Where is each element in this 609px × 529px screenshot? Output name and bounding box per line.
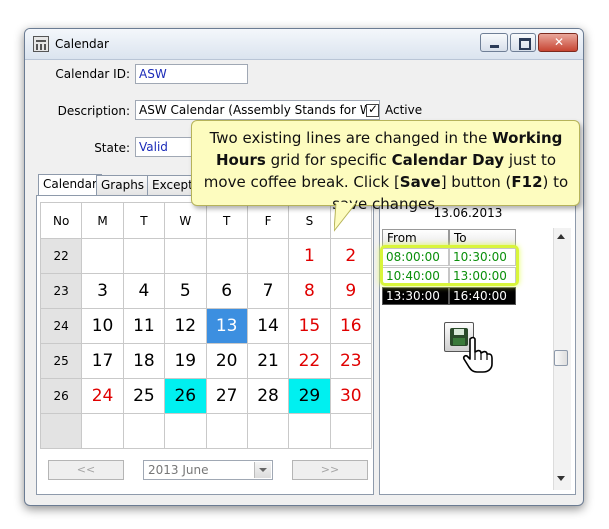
callout-text-part: grid for specific bbox=[265, 151, 392, 169]
calendar-day-cell[interactable]: 4 bbox=[122, 273, 166, 309]
week-number: 22 bbox=[39, 238, 83, 274]
minimize-button[interactable] bbox=[480, 33, 508, 52]
calendar-week-row bbox=[39, 413, 373, 449]
calendar-day-cell[interactable]: 25 bbox=[122, 378, 166, 414]
wh-row-3-to[interactable]: 16:40:00 bbox=[449, 287, 516, 305]
week-number: 23 bbox=[39, 273, 83, 309]
month-select[interactable]: 2013 June bbox=[143, 460, 273, 480]
window-title: Calendar bbox=[55, 37, 109, 51]
calendar-week-row: 25 17 18 19 20 21 22 23 bbox=[39, 343, 373, 379]
calendar-empty-cell bbox=[164, 238, 207, 274]
calendar-day-cell[interactable]: 14 bbox=[246, 308, 290, 344]
title-bar[interactable]: Calendar bbox=[25, 29, 583, 60]
calendar-day-cell[interactable]: 7 bbox=[246, 273, 290, 309]
calendar-day-cell[interactable]: 29 bbox=[288, 378, 331, 414]
callout-bold-f12: F12 bbox=[511, 173, 543, 191]
calendar-day-cell[interactable]: 30 bbox=[329, 378, 373, 414]
week-number: 25 bbox=[39, 343, 83, 379]
calendar-empty-cell bbox=[205, 413, 248, 449]
calendar-day-cell[interactable]: 26 bbox=[164, 378, 207, 414]
calendar-day-cell[interactable]: 3 bbox=[81, 273, 124, 309]
wh-row-3-from[interactable]: 13:30:00 bbox=[382, 287, 449, 305]
scroll-thumb[interactable] bbox=[554, 350, 568, 366]
calendar-day-cell[interactable]: 5 bbox=[164, 273, 207, 309]
prev-month-button[interactable]: << bbox=[48, 460, 124, 480]
calendar-day-cell[interactable]: 27 bbox=[205, 378, 248, 414]
calendar-day-cell[interactable]: 28 bbox=[246, 378, 290, 414]
calendar-day-cell[interactable]: 20 bbox=[205, 343, 248, 379]
scroll-up-icon[interactable] bbox=[557, 234, 565, 239]
week-number: 26 bbox=[39, 378, 83, 414]
calendar-empty-cell bbox=[288, 413, 331, 449]
calendar-week-row: 26 24 25 26 27 28 29 30 bbox=[39, 378, 373, 414]
callout-tail bbox=[334, 203, 357, 232]
calendar-grid: No M T W T F S 22 1 2 23 3 4 5 6 7 8 9 24 10 11 12 13 14 15 16 25… bbox=[39, 202, 373, 449]
callout-bold-save: Save bbox=[399, 173, 441, 191]
calendar-day-cell[interactable]: 15 bbox=[288, 308, 331, 344]
calendar-empty-cell bbox=[81, 238, 124, 274]
calendar-day-cell[interactable]: 8 bbox=[288, 273, 331, 309]
close-button[interactable] bbox=[538, 33, 579, 52]
calendar-day-cell[interactable]: 10 bbox=[81, 308, 124, 344]
changed-rows-highlight bbox=[380, 245, 519, 286]
tab-calendar[interactable]: Calendar bbox=[38, 174, 102, 196]
calendar-day-cell[interactable]: 6 bbox=[205, 273, 248, 309]
callout-bold-calendar-day: Calendar Day bbox=[391, 151, 505, 169]
calendar-day-cell[interactable]: 19 bbox=[164, 343, 207, 379]
calendar-empty-cell bbox=[164, 413, 207, 449]
calendar-week-row: 22 1 2 bbox=[39, 238, 373, 274]
calendar-day-cell[interactable]: 17 bbox=[81, 343, 124, 379]
callout-text-part: ] button ( bbox=[440, 173, 512, 191]
calendar-empty-cell bbox=[122, 238, 166, 274]
calendar-empty-cell bbox=[39, 413, 83, 449]
week-number: 24 bbox=[39, 308, 83, 344]
maximize-button[interactable] bbox=[510, 33, 536, 52]
calendar-day-cell[interactable]: 2 bbox=[329, 238, 373, 274]
calendar-day-cell[interactable]: 11 bbox=[122, 308, 166, 344]
chevron-down-icon[interactable] bbox=[254, 462, 271, 478]
state-label: State: bbox=[94, 141, 130, 155]
calendar-app-icon bbox=[33, 36, 49, 52]
callout-text-part: Two existing lines are changed in the bbox=[209, 129, 493, 147]
calendar-day-cell[interactable]: 22 bbox=[288, 343, 331, 379]
calendar-day-cell[interactable]: 1 bbox=[288, 238, 331, 274]
active-checkbox[interactable] bbox=[366, 102, 379, 117]
calendar-week-row: 23 3 4 5 6 7 8 9 bbox=[39, 273, 373, 309]
description-input[interactable]: ASW Calendar (Assembly Stands for Wheels… bbox=[135, 100, 380, 120]
calendar-col-header: T bbox=[122, 202, 166, 239]
calendar-day-cell[interactable]: 12 bbox=[164, 308, 207, 344]
calendar-empty-cell bbox=[246, 238, 290, 274]
calendar-col-header: No bbox=[39, 202, 83, 239]
next-month-button[interactable]: >> bbox=[292, 460, 368, 480]
hand-pointer-icon bbox=[462, 336, 493, 373]
calendar-empty-cell bbox=[81, 413, 124, 449]
calendar-day-cell[interactable]: 24 bbox=[81, 378, 124, 414]
scroll-down-icon[interactable] bbox=[557, 476, 565, 481]
calendar-day-cell[interactable]: 23 bbox=[329, 343, 373, 379]
tab-graphs[interactable]: Graphs bbox=[96, 175, 150, 195]
calendar-id-label: Calendar ID: bbox=[55, 67, 130, 81]
calendar-day-cell[interactable]: 13 bbox=[205, 308, 248, 344]
callout-text: Two existing lines are changed in the Wo… bbox=[200, 127, 572, 215]
calendar-day-cell[interactable]: 16 bbox=[329, 308, 373, 344]
calendar-empty-cell bbox=[329, 413, 373, 449]
calendar-week-row: 24 10 11 12 13 14 15 16 bbox=[39, 308, 373, 344]
calendar-col-header: M bbox=[81, 202, 124, 239]
calendar-day-cell[interactable]: 18 bbox=[122, 343, 166, 379]
calendar-day-cell[interactable]: 9 bbox=[329, 273, 373, 309]
calendar-id-input[interactable]: ASW bbox=[135, 64, 248, 84]
active-label: Active bbox=[385, 103, 423, 117]
calendar-day-cell[interactable]: 21 bbox=[246, 343, 290, 379]
calendar-empty-cell bbox=[205, 238, 248, 274]
description-label: Description: bbox=[57, 104, 130, 118]
calendar-empty-cell bbox=[246, 413, 290, 449]
instruction-callout: Two existing lines are changed in the Wo… bbox=[191, 120, 580, 213]
calendar-empty-cell bbox=[122, 413, 166, 449]
month-select-value: 2013 June bbox=[148, 463, 209, 477]
